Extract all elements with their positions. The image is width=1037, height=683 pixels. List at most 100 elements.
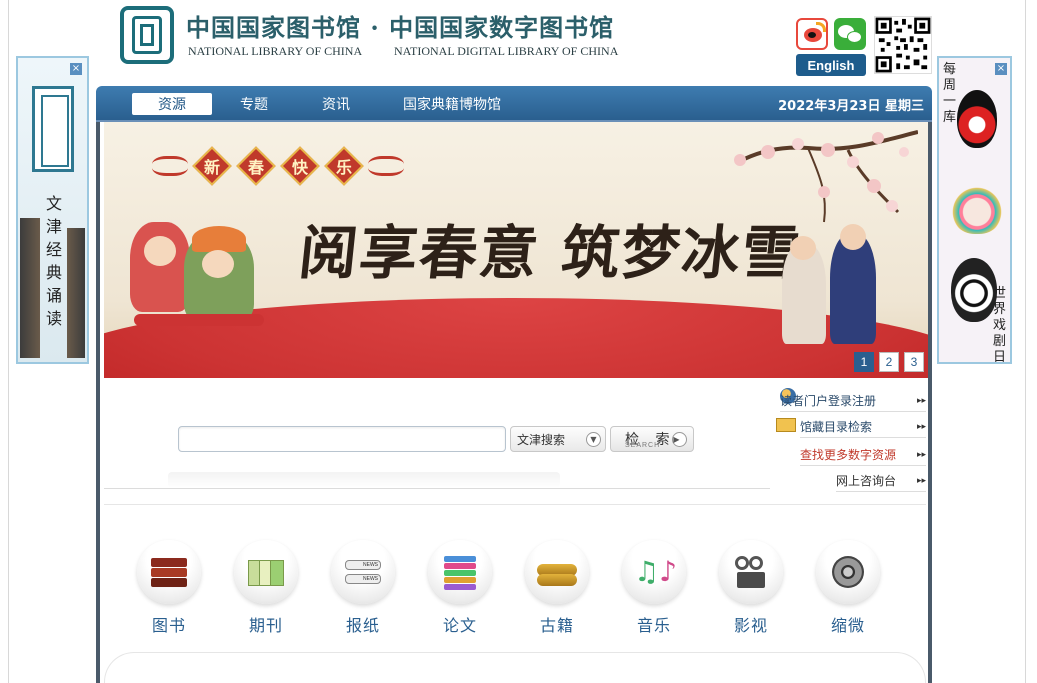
tab-news[interactable]: 资讯 xyxy=(304,93,368,115)
promo-banner[interactable]: 新 春 快 乐 阅享春意 筑梦冰雪 1 2 3 xyxy=(104,122,928,378)
link-online-consult[interactable]: 网上咨询台 ▸▸ xyxy=(836,470,926,492)
search-scope-value: 文津搜索 xyxy=(517,432,566,447)
main-panel: 新 春 快 乐 阅享春意 筑梦冰雪 1 2 3 文津搜索 ▼ 检 索 SEARC… xyxy=(96,122,932,683)
search-shadow xyxy=(168,472,560,488)
close-icon[interactable]: × xyxy=(995,63,1007,75)
weibo-icon-arc xyxy=(816,22,826,32)
category-label: 音乐 xyxy=(636,616,671,635)
right-side-banner[interactable]: × 每周一库 世界戏剧日 xyxy=(937,56,1012,364)
link-reader-portal[interactable]: 读者门户登录注册 ▸▸ xyxy=(780,390,926,412)
tab-topics[interactable]: 专题 xyxy=(222,93,286,115)
festive-char: 春 xyxy=(247,158,264,177)
link-more-digital-resources[interactable]: 查找更多数字资源 ▸▸ xyxy=(800,444,926,466)
cloud-ornament-left xyxy=(152,156,188,176)
search-scope-select[interactable]: 文津搜索 ▼ xyxy=(510,426,606,452)
category-theses[interactable]: 论文 xyxy=(425,540,495,640)
category-label: 期刊 xyxy=(248,616,283,635)
figure-face xyxy=(840,224,866,250)
catalog-icon xyxy=(776,418,796,432)
category-journals[interactable]: 期刊 xyxy=(231,540,301,640)
tab-resources[interactable]: 资源 xyxy=(132,93,212,115)
search-button-sublabel: SEARCH xyxy=(625,442,661,449)
festive-char: 乐 xyxy=(335,158,352,177)
festive-char: 快 xyxy=(291,158,308,177)
festive-greeting: 新 春 快 乐 xyxy=(152,146,404,186)
link-label: 查找更多数字资源 xyxy=(800,448,897,462)
magazine-icon xyxy=(234,540,298,604)
weibo-icon[interactable] xyxy=(796,18,828,50)
link-label: 馆藏目录检索 xyxy=(800,420,873,434)
festive-char-tile: 春 xyxy=(236,146,276,186)
arrow-right-icon: ▸▸ xyxy=(916,450,926,460)
category-label: 报纸 xyxy=(345,616,380,635)
category-label: 论文 xyxy=(442,616,477,635)
english-button[interactable]: English xyxy=(796,54,866,76)
thesis-icon xyxy=(428,540,492,604)
category-film[interactable]: 影视 xyxy=(716,540,786,640)
newspaper-icon: NEWS NEWS xyxy=(331,540,395,604)
opera-mask-white-icon xyxy=(951,258,997,322)
search-input[interactable] xyxy=(178,426,506,452)
category-label: 古籍 xyxy=(539,616,574,635)
arrow-right-icon: ▸▸ xyxy=(916,422,926,432)
divider xyxy=(104,504,926,505)
wechat-icon[interactable] xyxy=(834,18,866,50)
category-books[interactable]: 图书 xyxy=(134,540,204,640)
festive-char-tile: 快 xyxy=(280,146,320,186)
books-icon xyxy=(137,540,201,604)
link-label: 读者门户登录注册 xyxy=(780,394,877,408)
link-catalog-search[interactable]: 馆藏目录检索 ▸▸ xyxy=(800,416,926,438)
arrow-right-icon: ▸▸ xyxy=(916,396,926,406)
child-face xyxy=(202,250,234,278)
child-green-coat xyxy=(184,226,254,322)
festive-char: 新 xyxy=(203,158,220,177)
category-ancient-books[interactable]: 古籍 xyxy=(522,540,592,640)
wenjin-seal-icon xyxy=(32,86,74,172)
main-nav: 资源 专题 资讯 国家典籍博物馆 2022年3月23日 星期三 xyxy=(96,86,932,122)
left-side-banner[interactable]: × 文津经典诵读 xyxy=(16,56,89,364)
figure-white-robe xyxy=(782,236,826,344)
site-title-cn[interactable]: 中国国家图书馆 · 中国国家数字图书馆 xyxy=(186,8,614,43)
banner-page-3[interactable]: 3 xyxy=(904,352,924,372)
festive-char-tile: 新 xyxy=(192,146,232,186)
ancient-scroll-icon xyxy=(525,540,589,604)
banner-page-2[interactable]: 2 xyxy=(879,352,899,372)
microfilm-reel-icon xyxy=(816,540,880,604)
sled xyxy=(134,314,264,326)
site-title-en-right: NATIONAL DIGITAL LIBRARY OF CHINA xyxy=(394,44,619,58)
festive-char-tile: 乐 xyxy=(324,146,364,186)
category-label: 缩微 xyxy=(830,616,865,635)
site-title-en-left: NATIONAL LIBRARY OF CHINA xyxy=(188,44,363,58)
news-label: NEWS xyxy=(345,574,381,584)
close-icon[interactable]: × xyxy=(70,63,82,75)
weibo-icon-eye xyxy=(808,32,816,38)
wechat-icon-bubble-2 xyxy=(847,31,862,43)
chevron-right-icon: ▶ xyxy=(672,432,687,447)
search-button[interactable]: 检 索 SEARCH ▶ xyxy=(610,426,694,452)
banner-page-1[interactable]: 1 xyxy=(854,352,874,372)
figure-face xyxy=(790,236,816,260)
category-microfilm[interactable]: 缩微 xyxy=(813,540,883,640)
banner-pager: 1 2 3 xyxy=(854,352,924,372)
side-right-title-bottom: 世界戏剧日 xyxy=(993,286,1007,364)
sledding-children-illustration xyxy=(130,222,270,352)
divider xyxy=(104,488,770,489)
bottom-panel-edge xyxy=(104,652,926,683)
category-label: 图书 xyxy=(151,616,186,635)
music-note-icon: ♫♪ xyxy=(622,540,686,604)
figure-blue-robe xyxy=(830,224,876,344)
category-newspapers[interactable]: NEWS NEWS 报纸 xyxy=(328,540,398,640)
library-logo-icon[interactable] xyxy=(120,6,174,64)
ice-game-illustration xyxy=(778,224,888,354)
film-projector-icon xyxy=(719,540,783,604)
link-label: 网上咨询台 xyxy=(836,474,897,488)
bookshelf-image-right xyxy=(67,228,85,358)
banner-slogan: 阅享春意 筑梦冰雪 xyxy=(295,219,806,287)
cloud-ornament-right xyxy=(368,156,404,176)
logo-inner-core xyxy=(140,24,154,46)
category-music[interactable]: ♫♪ 音乐 xyxy=(619,540,689,640)
chevron-down-icon: ▼ xyxy=(586,432,601,447)
current-date: 2022年3月23日 星期三 xyxy=(778,99,924,114)
tab-classics-museum[interactable]: 国家典籍博物馆 xyxy=(386,93,518,115)
opera-mask-red-icon xyxy=(957,90,997,148)
